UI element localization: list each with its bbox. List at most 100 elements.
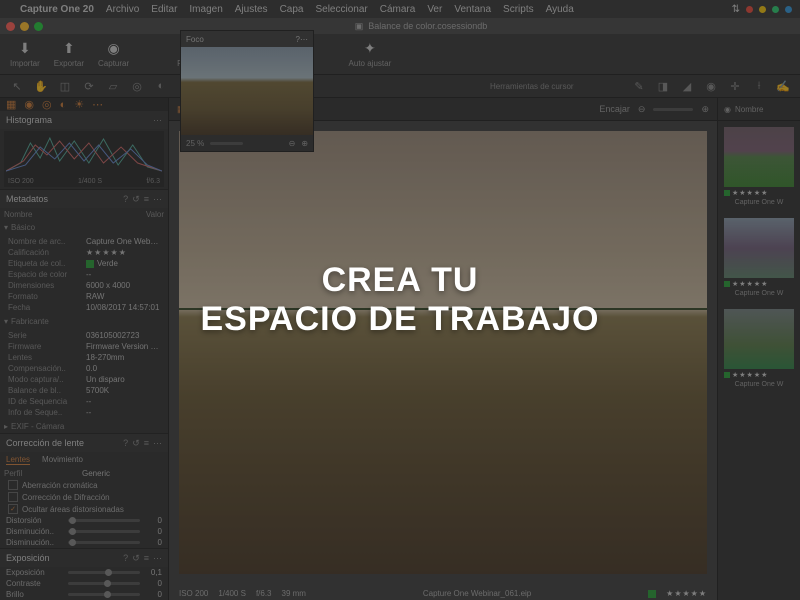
meta-row-rating[interactable]: Calificación★★★★★ <box>4 247 164 258</box>
radial-tool[interactable]: ◉ <box>704 79 718 93</box>
menu-seleccionar[interactable]: Seleccionar <box>315 4 367 15</box>
menu-capa[interactable]: Capa <box>280 4 304 15</box>
zoom-out-icon[interactable]: ⊖ <box>289 139 296 148</box>
rotate-tool[interactable]: ⟳ <box>82 79 96 93</box>
export-button[interactable]: ⬆Exportar <box>54 41 84 68</box>
menu-archivo[interactable]: Archivo <box>106 4 139 15</box>
menu-ventana[interactable]: Ventana <box>454 4 491 15</box>
thumbnail-2[interactable]: ★★★★★ Capture One W <box>724 218 794 297</box>
capture-tab-icon[interactable]: ◉ <box>24 98 34 111</box>
slider-contrast[interactable]: Contraste0 <box>0 578 168 589</box>
section-basic[interactable]: ▾Básico <box>0 221 168 234</box>
color-tab-icon[interactable]: ◐ <box>60 99 67 111</box>
help-icon[interactable]: ? <box>123 438 128 448</box>
preset-icon[interactable]: ≡ <box>144 438 149 448</box>
info-color-tag[interactable] <box>648 590 656 598</box>
disclosure-icon: ▾ <box>4 317 8 326</box>
gradient-tool[interactable]: ◢ <box>680 79 694 93</box>
window-minimize[interactable] <box>20 22 29 31</box>
menu-ver[interactable]: Ver <box>427 4 442 15</box>
focus-panel[interactable]: Foco? ⋯ 25 % ⊖ ⊕ <box>180 30 314 152</box>
spot-tool[interactable]: ◎ <box>130 79 144 93</box>
check-diffraction[interactable]: Corrección de Difracción <box>0 491 168 503</box>
thumbnail-3[interactable]: ★★★★★ Capture One W <box>724 309 794 388</box>
histogram-graph: ISO 200 1/400 S f/6.3 <box>4 131 164 187</box>
menu-ayuda[interactable]: Ayuda <box>546 4 574 15</box>
zoom-in-icon[interactable]: ⊕ <box>701 104 709 115</box>
slider-falloff1[interactable]: Disminución..0 <box>0 526 168 537</box>
import-button[interactable]: ⬇Importar <box>10 41 40 68</box>
panel-menu-icon[interactable]: ⋯ <box>153 553 162 564</box>
brush-tool[interactable]: ✎ <box>632 79 646 93</box>
tray-dot-blue[interactable] <box>785 6 792 13</box>
eraser-tool[interactable]: ◨ <box>656 79 670 93</box>
meta-row-colortag[interactable]: Etiqueta de col..Verde <box>4 258 164 269</box>
section-maker[interactable]: ▾Fabricante <box>0 315 168 328</box>
tray-dot-yellow[interactable] <box>759 6 766 13</box>
thumb-rating: ★★★★★ <box>732 189 768 197</box>
preset-icon[interactable]: ≡ <box>144 194 149 204</box>
panel-menu-icon[interactable]: ⋯ <box>153 194 162 205</box>
check-chromatic[interactable]: Aberración cromática <box>0 479 168 491</box>
exposure-tab-icon[interactable]: ☀ <box>74 98 84 111</box>
browser-sort-label[interactable]: Nombre <box>735 105 763 114</box>
focus-zoom-slider[interactable] <box>210 142 243 145</box>
lens-tab-lentes[interactable]: Lentes <box>6 455 30 465</box>
annotate-tool[interactable]: ✍ <box>776 79 790 93</box>
slider-falloff2[interactable]: Disminución..0 <box>0 537 168 548</box>
dropbox-icon[interactable]: ⇅ <box>732 4 740 15</box>
slider-exposure[interactable]: Exposición0,1 <box>0 567 168 578</box>
panel-menu-icon[interactable]: ⋯ <box>153 115 162 126</box>
menu-ajustes[interactable]: Ajustes <box>235 4 268 15</box>
main-image <box>179 131 707 574</box>
green-tag-icon <box>86 260 94 268</box>
capture-button[interactable]: ◉Capturar <box>98 41 129 68</box>
measure-tool[interactable]: ⟊ <box>752 79 766 93</box>
help-icon[interactable]: ? <box>123 194 128 204</box>
mask-tool[interactable]: ◐ <box>154 79 168 93</box>
library-tab-icon[interactable]: ▦ <box>6 98 16 111</box>
import-icon: ⬇ <box>16 41 34 57</box>
window-zoom[interactable] <box>34 22 43 31</box>
slider-distortion[interactable]: Distorsión0 <box>0 515 168 526</box>
menu-camara[interactable]: Cámara <box>380 4 416 15</box>
image-viewer[interactable]: ISO 200 1/400 S f/6.3 39 mm Capture One … <box>169 121 717 600</box>
crop-tool[interactable]: ◫ <box>58 79 72 93</box>
panel-menu-icon[interactable]: ⋯ <box>153 438 162 449</box>
check-hide-distorted[interactable]: ✓Ocultar áreas distorsionadas <box>0 503 168 515</box>
metadata-title: Metadatos <box>6 194 48 204</box>
auto-adjust-button[interactable]: ✦Auto ajustar <box>349 41 392 68</box>
thumb-image <box>724 127 794 187</box>
preset-icon[interactable]: ≡ <box>144 553 149 563</box>
more-tab-icon[interactable]: ⋯ <box>92 98 103 111</box>
menu-imagen[interactable]: Imagen <box>189 4 222 15</box>
histogram-shutter: 1/400 S <box>78 178 102 185</box>
zoom-in-icon[interactable]: ⊕ <box>301 139 308 148</box>
meta-row-lens: Lentes18-270mm <box>4 352 164 363</box>
pointer-tool[interactable]: ↖ <box>10 79 24 93</box>
lens-profile-row[interactable]: PerfilGeneric <box>0 468 168 479</box>
info-rating[interactable]: ★★★★★ <box>666 589 707 598</box>
menu-editar[interactable]: Editar <box>151 4 177 15</box>
menu-scripts[interactable]: Scripts <box>503 4 534 15</box>
tray-dot-red[interactable] <box>746 6 753 13</box>
section-exif[interactable]: ▸EXIF - Cámara <box>0 420 168 433</box>
zoom-out-icon[interactable]: ⊖ <box>638 104 646 115</box>
thumbnail-1[interactable]: ★★★★★ Capture One W <box>724 127 794 206</box>
keystone-tool[interactable]: ▱ <box>106 79 120 93</box>
help-icon[interactable]: ? <box>123 553 128 563</box>
window-close[interactable] <box>6 22 15 31</box>
lens-tab-icon[interactable]: ◎ <box>42 98 52 111</box>
zoom-slider[interactable] <box>653 108 693 111</box>
panel-menu-icon[interactable]: ⋯ <box>300 35 308 44</box>
reset-icon[interactable]: ↺ <box>132 438 140 449</box>
eye-icon[interactable]: ◉ <box>724 105 731 114</box>
hand-tool[interactable]: ✋ <box>34 79 48 93</box>
reset-icon[interactable]: ↺ <box>132 553 140 564</box>
reset-icon[interactable]: ↺ <box>132 194 140 205</box>
app-name[interactable]: Capture One 20 <box>20 4 94 15</box>
picker-tool[interactable]: ✛ <box>728 79 742 93</box>
slider-brightness[interactable]: Brillo0 <box>0 589 168 600</box>
tray-dot-green[interactable] <box>772 6 779 13</box>
lens-tab-movimiento[interactable]: Movimiento <box>42 455 83 465</box>
